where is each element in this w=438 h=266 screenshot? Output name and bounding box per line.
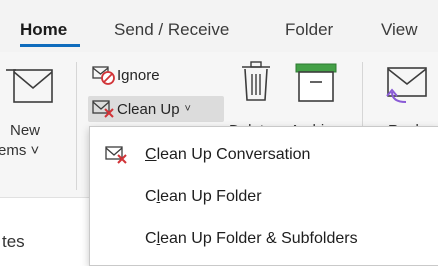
tab-home[interactable]: Home [20,20,67,40]
new-items-button[interactable]: New ems ˅ [0,52,72,197]
new-mail-icon [6,69,53,103]
ribbon-tab-bar: Home Send / Receive Folder View [0,0,438,52]
cleanup-x-icon [105,146,127,164]
menu-item-label: Clean Up Folder [145,188,262,205]
menu-item-clean-up-folder[interactable]: Clean Up Folder [90,177,438,217]
new-items-label-2: ems ˅ [0,142,40,159]
ignore-label: Ignore [117,66,160,84]
access-key: C [145,146,157,163]
tab-send-receive[interactable]: Send / Receive [114,20,229,40]
clean-up-label: Clean Up [117,100,180,118]
menu-item-clean-up-conversation[interactable]: Clean Up Conversation [90,135,438,175]
reply-icon [386,67,427,103]
menu-item-label: Clean Up Folder & Subfolders [145,230,358,247]
clean-up-button[interactable]: Clean Up ˅ [88,96,224,122]
ribbon-separator [76,62,77,190]
trash-icon [242,61,270,101]
clean-up-menu: Clean Up Conversation Clean Up Folder Cl… [89,126,438,266]
chevron-down-icon: ˅ [184,103,191,115]
new-items-label: New [10,122,41,139]
archive-icon [295,63,337,102]
cleanup-icon [92,100,114,118]
folder-pane-text: tes [2,232,25,251]
tab-folder[interactable]: Folder [285,20,333,40]
menu-item-label: Clean Up Conversation [145,146,311,163]
menu-item-clean-up-folder-subfolders[interactable]: Clean Up Folder & Subfolders [90,219,438,259]
ignore-icon [92,66,115,85]
active-tab-indicator [20,44,80,47]
ignore-button[interactable]: Ignore [91,62,191,88]
tab-view[interactable]: View [381,20,418,40]
